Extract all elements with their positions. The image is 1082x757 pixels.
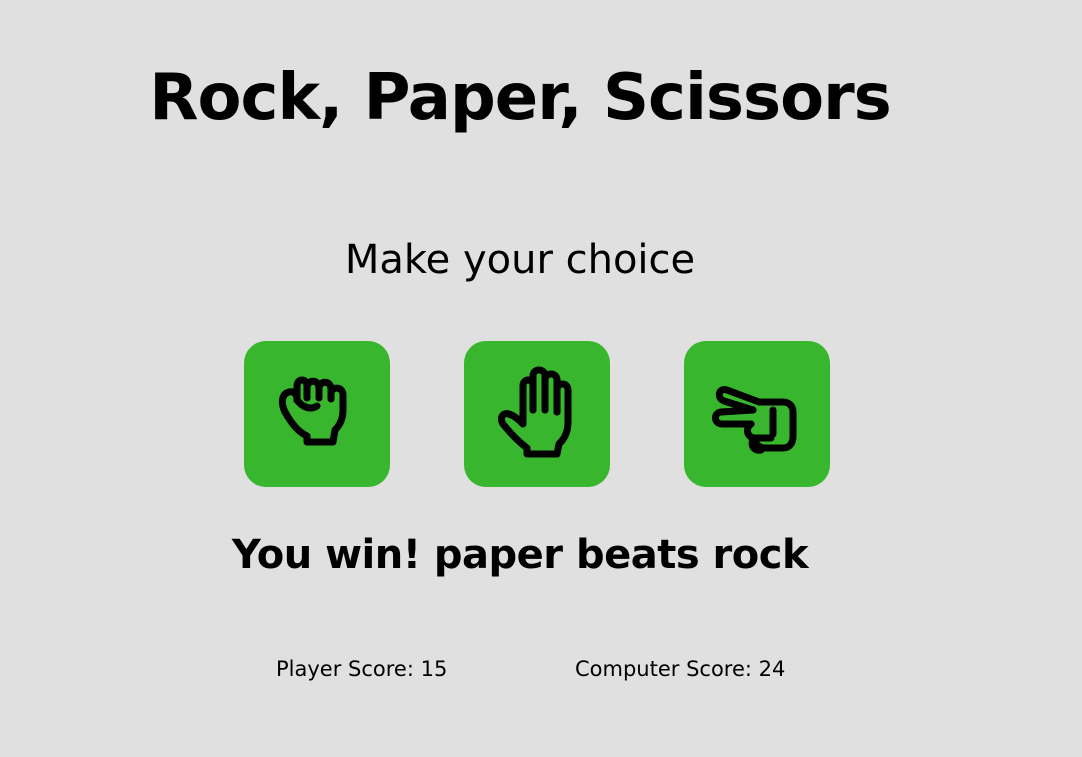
rock-button[interactable]: [244, 341, 390, 487]
scissors-hand-icon: [712, 386, 797, 454]
computer-score: Computer Score: 24: [575, 657, 786, 681]
paper-hand-icon: [497, 366, 572, 458]
round-result: You win! paper beats rock: [231, 532, 809, 578]
paper-button[interactable]: [464, 341, 610, 487]
page-title: Rock, Paper, Scissors: [149, 61, 891, 135]
choice-prompt: Make your choice: [344, 237, 696, 283]
player-score: Player Score: 15: [276, 657, 448, 681]
scissors-button[interactable]: [684, 341, 830, 487]
choice-buttons: [244, 341, 830, 487]
rock-hand-icon: [278, 376, 347, 446]
